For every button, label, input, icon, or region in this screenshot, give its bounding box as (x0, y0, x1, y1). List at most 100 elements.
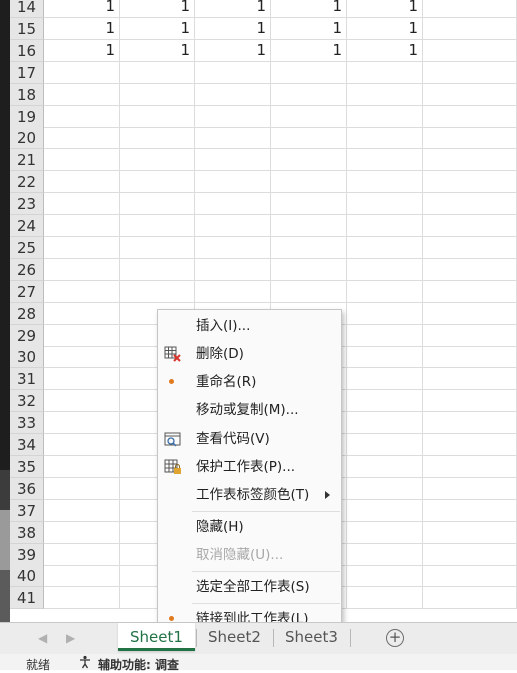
grid-cell[interactable] (195, 193, 271, 216)
grid-cell[interactable] (347, 346, 423, 369)
grid-cell[interactable]: 1 (347, 0, 423, 18)
grid-cell[interactable] (347, 368, 423, 391)
grid-cell[interactable] (195, 105, 271, 128)
grid-cell[interactable] (423, 39, 517, 62)
grid-cell[interactable] (44, 127, 120, 150)
grid-cell[interactable] (120, 61, 195, 84)
grid-cell[interactable] (347, 193, 423, 216)
grid-cell[interactable] (423, 543, 517, 566)
grid-cell[interactable] (44, 324, 120, 347)
grid-cell[interactable]: 1 (44, 17, 120, 40)
row-header[interactable]: 40 (10, 565, 44, 588)
grid-cell[interactable] (423, 105, 517, 128)
grid-cell[interactable] (271, 258, 347, 281)
grid-cell[interactable] (120, 193, 195, 216)
grid-cell[interactable] (195, 127, 271, 150)
grid-cell[interactable] (44, 499, 120, 522)
grid-cell[interactable] (423, 434, 517, 456)
add-sheet-button[interactable]: + (386, 629, 404, 647)
sheet-tab-sheet2[interactable]: Sheet2 (197, 623, 272, 651)
grid-cell[interactable] (120, 236, 195, 259)
grid-cell[interactable] (195, 236, 271, 259)
menu-item-select-all-sheets[interactable]: 选定全部工作表(S) (158, 574, 341, 600)
row-header[interactable]: 16 (10, 39, 44, 62)
grid-cell[interactable] (44, 434, 120, 456)
grid-cell[interactable] (423, 149, 517, 172)
grid-cell[interactable] (271, 193, 347, 216)
grid-cell[interactable] (271, 171, 347, 194)
grid-cell[interactable] (423, 280, 517, 303)
grid-cell[interactable] (195, 258, 271, 281)
grid-cell[interactable] (347, 521, 423, 544)
grid-cell[interactable] (271, 61, 347, 84)
grid-cell[interactable] (44, 477, 120, 500)
grid-cell[interactable] (423, 193, 517, 216)
row-header[interactable]: 37 (10, 499, 44, 522)
grid-cell[interactable] (423, 83, 517, 106)
grid-cell[interactable]: 1 (271, 39, 347, 62)
grid-cell[interactable] (423, 171, 517, 194)
grid-cell[interactable] (44, 521, 120, 544)
grid-cell[interactable] (44, 171, 120, 194)
grid-cell[interactable] (423, 127, 517, 150)
menu-item-delete[interactable]: 删除(D) (158, 341, 341, 367)
grid-cell[interactable] (347, 127, 423, 150)
grid-cell[interactable] (423, 17, 517, 40)
grid-cell[interactable] (423, 412, 517, 435)
grid-cell[interactable]: 1 (195, 17, 271, 40)
grid-cell[interactable] (271, 149, 347, 172)
sheet-tab-sheet1[interactable]: Sheet1 (118, 623, 195, 651)
scroll-tabs-right-icon[interactable]: ▶ (66, 631, 75, 645)
row-header[interactable]: 22 (10, 171, 44, 194)
grid-cell[interactable]: 1 (44, 39, 120, 62)
row-header[interactable]: 23 (10, 193, 44, 216)
grid-cell[interactable] (347, 280, 423, 303)
grid-cell[interactable]: 1 (120, 0, 195, 18)
grid-cell[interactable] (44, 390, 120, 413)
grid-cell[interactable] (120, 215, 195, 237)
menu-item-move-copy[interactable]: 移动或复制(M)... (158, 397, 341, 423)
grid-cell[interactable] (44, 61, 120, 84)
menu-item-protect-sheet[interactable]: 保护工作表(P)... (158, 454, 341, 480)
grid-cell[interactable] (423, 499, 517, 522)
row-header[interactable]: 21 (10, 149, 44, 172)
grid-cell[interactable] (44, 258, 120, 281)
grid-cell[interactable] (423, 0, 517, 18)
grid-cell[interactable] (120, 83, 195, 106)
grid-cell[interactable] (347, 412, 423, 435)
grid-cell[interactable] (271, 215, 347, 237)
grid-cell[interactable] (44, 346, 120, 369)
row-header[interactable]: 15 (10, 17, 44, 40)
row-header[interactable]: 25 (10, 236, 44, 259)
row-header[interactable]: 36 (10, 477, 44, 500)
menu-item-rename[interactable]: 重命名(R) (158, 369, 341, 395)
grid-cell[interactable] (423, 215, 517, 237)
sheet-tab-sheet3[interactable]: Sheet3 (274, 623, 349, 651)
grid-cell[interactable]: 1 (271, 0, 347, 18)
row-header[interactable]: 27 (10, 280, 44, 303)
grid-cell[interactable] (423, 565, 517, 588)
grid-cell[interactable] (347, 302, 423, 325)
row-header[interactable]: 24 (10, 215, 44, 237)
row-header[interactable]: 39 (10, 543, 44, 566)
grid-cell[interactable] (44, 236, 120, 259)
grid-cell[interactable] (195, 149, 271, 172)
grid-cell[interactable] (44, 543, 120, 566)
row-header[interactable]: 41 (10, 587, 44, 610)
grid-cell[interactable] (423, 258, 517, 281)
row-header[interactable]: 17 (10, 61, 44, 84)
grid-cell[interactable] (195, 61, 271, 84)
grid-cell[interactable] (347, 390, 423, 413)
grid-cell[interactable] (120, 127, 195, 150)
row-header[interactable]: 28 (10, 302, 44, 325)
grid-cell[interactable] (195, 215, 271, 237)
grid-cell[interactable]: 1 (195, 0, 271, 18)
grid-cell[interactable] (195, 83, 271, 106)
row-header[interactable]: 30 (10, 346, 44, 369)
grid-cell[interactable] (347, 83, 423, 106)
grid-cell[interactable] (423, 587, 517, 610)
grid-cell[interactable] (347, 215, 423, 237)
row-header[interactable]: 29 (10, 324, 44, 347)
row-header[interactable]: 31 (10, 368, 44, 391)
grid-cell[interactable] (347, 236, 423, 259)
